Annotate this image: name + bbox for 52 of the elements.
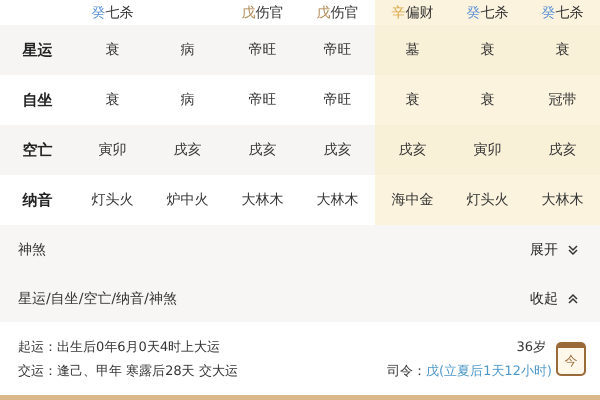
- chevron-icon: [566, 243, 580, 257]
- command-label: 司令：: [387, 362, 426, 380]
- ten-god-label: 戊伤官: [242, 4, 284, 22]
- table-cell: 衰: [106, 41, 120, 59]
- age-text: 36岁: [516, 338, 546, 356]
- start-luck-label: 起运：: [18, 338, 57, 356]
- table-cell: 冠带: [548, 91, 576, 109]
- row-label: 纳音: [22, 190, 52, 210]
- table-cell: 衰: [106, 91, 120, 109]
- table-cell: 灯头火: [466, 191, 508, 209]
- table-cell: 大林木: [542, 191, 584, 209]
- table-cell: 帝旺: [248, 91, 276, 109]
- section-title: 神煞: [18, 241, 46, 259]
- ten-god-label: 癸七杀: [542, 4, 584, 22]
- table-cell: 戌亥: [174, 141, 202, 159]
- chevron-icon: [566, 292, 580, 306]
- table-cell: 帝旺: [324, 41, 352, 59]
- table-cell: 衰: [406, 91, 420, 109]
- ten-god-label: 癸七杀: [92, 4, 134, 22]
- table-cell: 大林木: [316, 191, 358, 209]
- table-cell: 墓: [406, 41, 420, 59]
- start-luck-text: 出生后0年6月0天4时上大运: [57, 338, 220, 356]
- table-cell: 病: [180, 91, 194, 109]
- toggle-button[interactable]: 收起: [528, 288, 582, 310]
- change-luck-text: 逢己、甲年 寒露后28天 交大运: [57, 362, 238, 380]
- change-luck-label: 交运：: [18, 362, 57, 380]
- command-value: 戊(立夏后1天12小时): [426, 362, 552, 380]
- row-label: 星运: [22, 40, 52, 60]
- table-cell: 戌亥: [548, 141, 576, 159]
- row-label: 空亡: [22, 140, 52, 160]
- table-cell: 病: [180, 41, 194, 59]
- table-cell: 海中金: [392, 191, 434, 209]
- ten-god-label: 癸七杀: [466, 4, 508, 22]
- table-cell: 戌亥: [248, 141, 276, 159]
- ten-god-label: 辛偏财: [392, 4, 434, 22]
- calendar-button[interactable]: 今: [556, 342, 586, 376]
- table-cell: 寅卯: [474, 141, 502, 159]
- table-cell: 衰: [480, 91, 494, 109]
- table-cell: 帝旺: [324, 91, 352, 109]
- ten-god-label: 戊伤官: [316, 4, 358, 22]
- table-cell: 戌亥: [324, 141, 352, 159]
- table-cell: 衰: [480, 41, 494, 59]
- table-cell: 衰: [556, 41, 570, 59]
- table-cell: 戌亥: [398, 141, 426, 159]
- table-cell: 帝旺: [248, 41, 276, 59]
- table-cell: 炉中火: [166, 191, 208, 209]
- table-cell: 寅卯: [98, 141, 126, 159]
- toggle-button[interactable]: 展开: [528, 239, 582, 261]
- table-cell: 大林木: [242, 191, 284, 209]
- row-label: 自坐: [22, 90, 52, 110]
- section-title: 星运/自坐/空亡/纳音/神煞: [18, 290, 177, 308]
- table-cell: 灯头火: [92, 191, 134, 209]
